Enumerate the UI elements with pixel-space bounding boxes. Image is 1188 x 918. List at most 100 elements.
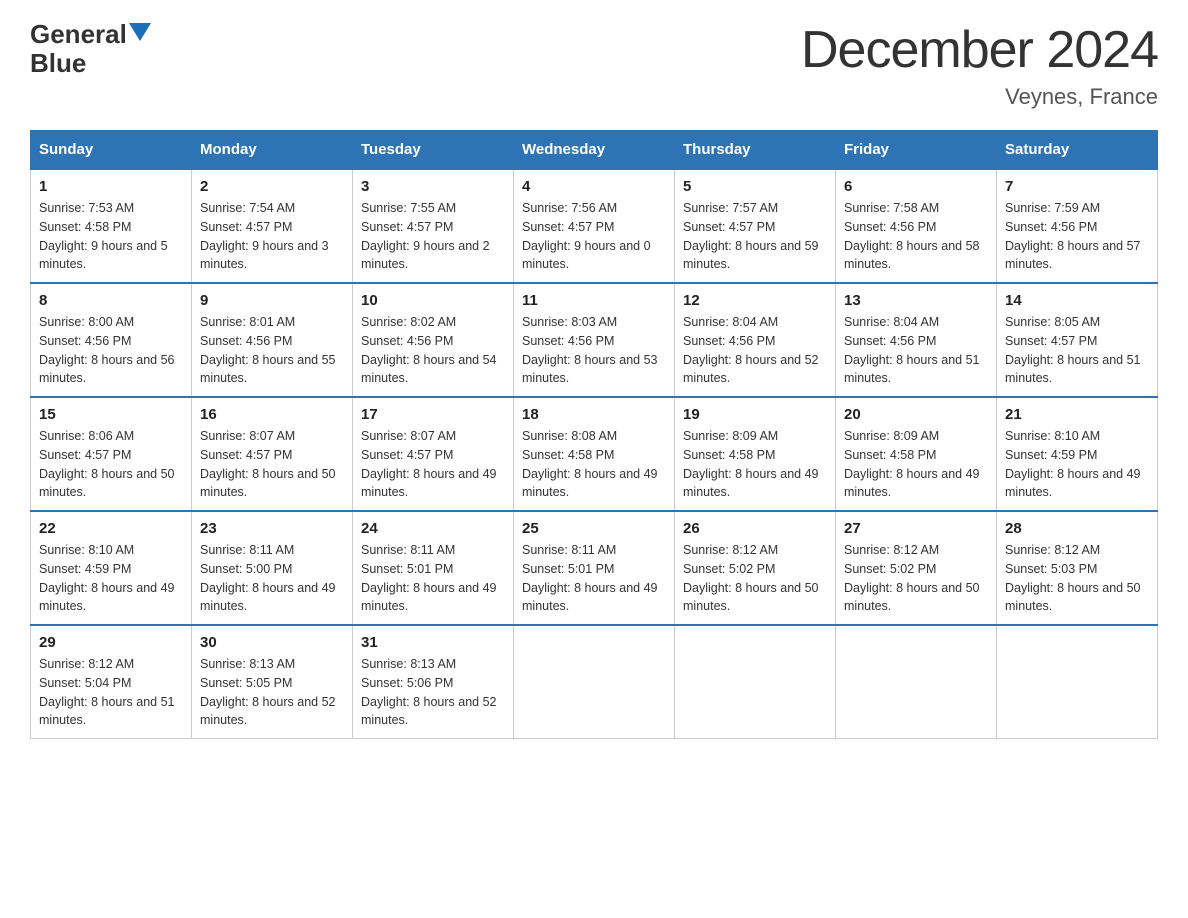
day-number: 31 [361,634,505,651]
calendar-cell: 29 Sunrise: 8:12 AM Sunset: 5:04 PM Dayl… [31,625,192,739]
day-number: 23 [200,520,344,537]
calendar-cell: 31 Sunrise: 8:13 AM Sunset: 5:06 PM Dayl… [353,625,514,739]
calendar-week-5: 29 Sunrise: 8:12 AM Sunset: 5:04 PM Dayl… [31,625,1158,739]
day-info: Sunrise: 8:10 AM Sunset: 4:59 PM Dayligh… [39,541,183,616]
calendar-cell: 6 Sunrise: 7:58 AM Sunset: 4:56 PM Dayli… [836,169,997,283]
calendar-week-1: 1 Sunrise: 7:53 AM Sunset: 4:58 PM Dayli… [31,169,1158,283]
col-monday: Monday [192,131,353,170]
calendar-cell: 17 Sunrise: 8:07 AM Sunset: 4:57 PM Dayl… [353,397,514,511]
col-tuesday: Tuesday [353,131,514,170]
day-number: 16 [200,406,344,423]
page-header: General Blue December 2024 Veynes, Franc… [30,20,1158,110]
calendar-cell: 11 Sunrise: 8:03 AM Sunset: 4:56 PM Dayl… [514,283,675,397]
logo-arrow-icon [129,23,151,41]
day-number: 15 [39,406,183,423]
day-number: 28 [1005,520,1149,537]
day-number: 20 [844,406,988,423]
day-info: Sunrise: 8:02 AM Sunset: 4:56 PM Dayligh… [361,313,505,388]
calendar-cell: 19 Sunrise: 8:09 AM Sunset: 4:58 PM Dayl… [675,397,836,511]
day-number: 21 [1005,406,1149,423]
calendar-table: Sunday Monday Tuesday Wednesday Thursday… [30,130,1158,739]
calendar-cell: 21 Sunrise: 8:10 AM Sunset: 4:59 PM Dayl… [997,397,1158,511]
calendar-cell: 2 Sunrise: 7:54 AM Sunset: 4:57 PM Dayli… [192,169,353,283]
calendar-cell: 30 Sunrise: 8:13 AM Sunset: 5:05 PM Dayl… [192,625,353,739]
calendar-cell: 22 Sunrise: 8:10 AM Sunset: 4:59 PM Dayl… [31,511,192,625]
day-info: Sunrise: 8:05 AM Sunset: 4:57 PM Dayligh… [1005,313,1149,388]
day-info: Sunrise: 7:55 AM Sunset: 4:57 PM Dayligh… [361,199,505,274]
day-info: Sunrise: 8:11 AM Sunset: 5:00 PM Dayligh… [200,541,344,616]
logo: General Blue [30,20,151,77]
day-info: Sunrise: 8:06 AM Sunset: 4:57 PM Dayligh… [39,427,183,502]
calendar-week-2: 8 Sunrise: 8:00 AM Sunset: 4:56 PM Dayli… [31,283,1158,397]
calendar-cell: 18 Sunrise: 8:08 AM Sunset: 4:58 PM Dayl… [514,397,675,511]
day-number: 7 [1005,178,1149,195]
day-number: 3 [361,178,505,195]
calendar-cell: 3 Sunrise: 7:55 AM Sunset: 4:57 PM Dayli… [353,169,514,283]
calendar-cell [675,625,836,739]
calendar-cell: 12 Sunrise: 8:04 AM Sunset: 4:56 PM Dayl… [675,283,836,397]
day-info: Sunrise: 8:12 AM Sunset: 5:04 PM Dayligh… [39,655,183,730]
day-info: Sunrise: 7:59 AM Sunset: 4:56 PM Dayligh… [1005,199,1149,274]
calendar-cell: 20 Sunrise: 8:09 AM Sunset: 4:58 PM Dayl… [836,397,997,511]
day-number: 29 [39,634,183,651]
day-info: Sunrise: 8:03 AM Sunset: 4:56 PM Dayligh… [522,313,666,388]
day-number: 24 [361,520,505,537]
day-number: 4 [522,178,666,195]
calendar-cell: 28 Sunrise: 8:12 AM Sunset: 5:03 PM Dayl… [997,511,1158,625]
day-info: Sunrise: 8:08 AM Sunset: 4:58 PM Dayligh… [522,427,666,502]
day-number: 27 [844,520,988,537]
day-info: Sunrise: 8:13 AM Sunset: 5:06 PM Dayligh… [361,655,505,730]
calendar-cell: 4 Sunrise: 7:56 AM Sunset: 4:57 PM Dayli… [514,169,675,283]
day-info: Sunrise: 8:07 AM Sunset: 4:57 PM Dayligh… [200,427,344,502]
day-info: Sunrise: 7:54 AM Sunset: 4:57 PM Dayligh… [200,199,344,274]
col-friday: Friday [836,131,997,170]
day-info: Sunrise: 7:58 AM Sunset: 4:56 PM Dayligh… [844,199,988,274]
col-thursday: Thursday [675,131,836,170]
calendar-cell [997,625,1158,739]
calendar-cell [514,625,675,739]
calendar-cell: 23 Sunrise: 8:11 AM Sunset: 5:00 PM Dayl… [192,511,353,625]
day-number: 13 [844,292,988,309]
calendar-cell: 15 Sunrise: 8:06 AM Sunset: 4:57 PM Dayl… [31,397,192,511]
calendar-cell: 13 Sunrise: 8:04 AM Sunset: 4:56 PM Dayl… [836,283,997,397]
day-info: Sunrise: 8:11 AM Sunset: 5:01 PM Dayligh… [361,541,505,616]
calendar-cell: 26 Sunrise: 8:12 AM Sunset: 5:02 PM Dayl… [675,511,836,625]
day-info: Sunrise: 8:12 AM Sunset: 5:02 PM Dayligh… [844,541,988,616]
day-number: 10 [361,292,505,309]
day-info: Sunrise: 7:57 AM Sunset: 4:57 PM Dayligh… [683,199,827,274]
day-number: 9 [200,292,344,309]
day-number: 11 [522,292,666,309]
day-number: 12 [683,292,827,309]
calendar-header: Sunday Monday Tuesday Wednesday Thursday… [31,131,1158,170]
day-info: Sunrise: 8:01 AM Sunset: 4:56 PM Dayligh… [200,313,344,388]
day-number: 8 [39,292,183,309]
logo-blue-text: Blue [30,48,86,78]
day-number: 17 [361,406,505,423]
calendar-cell: 7 Sunrise: 7:59 AM Sunset: 4:56 PM Dayli… [997,169,1158,283]
calendar-cell: 14 Sunrise: 8:05 AM Sunset: 4:57 PM Dayl… [997,283,1158,397]
day-number: 19 [683,406,827,423]
day-info: Sunrise: 8:09 AM Sunset: 4:58 PM Dayligh… [683,427,827,502]
col-wednesday: Wednesday [514,131,675,170]
calendar-cell: 1 Sunrise: 7:53 AM Sunset: 4:58 PM Dayli… [31,169,192,283]
calendar-cell: 16 Sunrise: 8:07 AM Sunset: 4:57 PM Dayl… [192,397,353,511]
day-info: Sunrise: 8:00 AM Sunset: 4:56 PM Dayligh… [39,313,183,388]
calendar-cell: 24 Sunrise: 8:11 AM Sunset: 5:01 PM Dayl… [353,511,514,625]
day-number: 14 [1005,292,1149,309]
day-info: Sunrise: 8:04 AM Sunset: 4:56 PM Dayligh… [683,313,827,388]
day-number: 22 [39,520,183,537]
location-text: Veynes, France [801,84,1158,110]
day-number: 2 [200,178,344,195]
calendar-cell: 5 Sunrise: 7:57 AM Sunset: 4:57 PM Dayli… [675,169,836,283]
day-number: 26 [683,520,827,537]
calendar-cell: 8 Sunrise: 8:00 AM Sunset: 4:56 PM Dayli… [31,283,192,397]
col-sunday: Sunday [31,131,192,170]
day-info: Sunrise: 8:12 AM Sunset: 5:03 PM Dayligh… [1005,541,1149,616]
day-info: Sunrise: 8:09 AM Sunset: 4:58 PM Dayligh… [844,427,988,502]
month-title: December 2024 [801,20,1158,80]
day-number: 6 [844,178,988,195]
calendar-body: 1 Sunrise: 7:53 AM Sunset: 4:58 PM Dayli… [31,169,1158,739]
logo-general-text: General [30,20,127,49]
calendar-week-4: 22 Sunrise: 8:10 AM Sunset: 4:59 PM Dayl… [31,511,1158,625]
title-block: December 2024 Veynes, France [801,20,1158,110]
